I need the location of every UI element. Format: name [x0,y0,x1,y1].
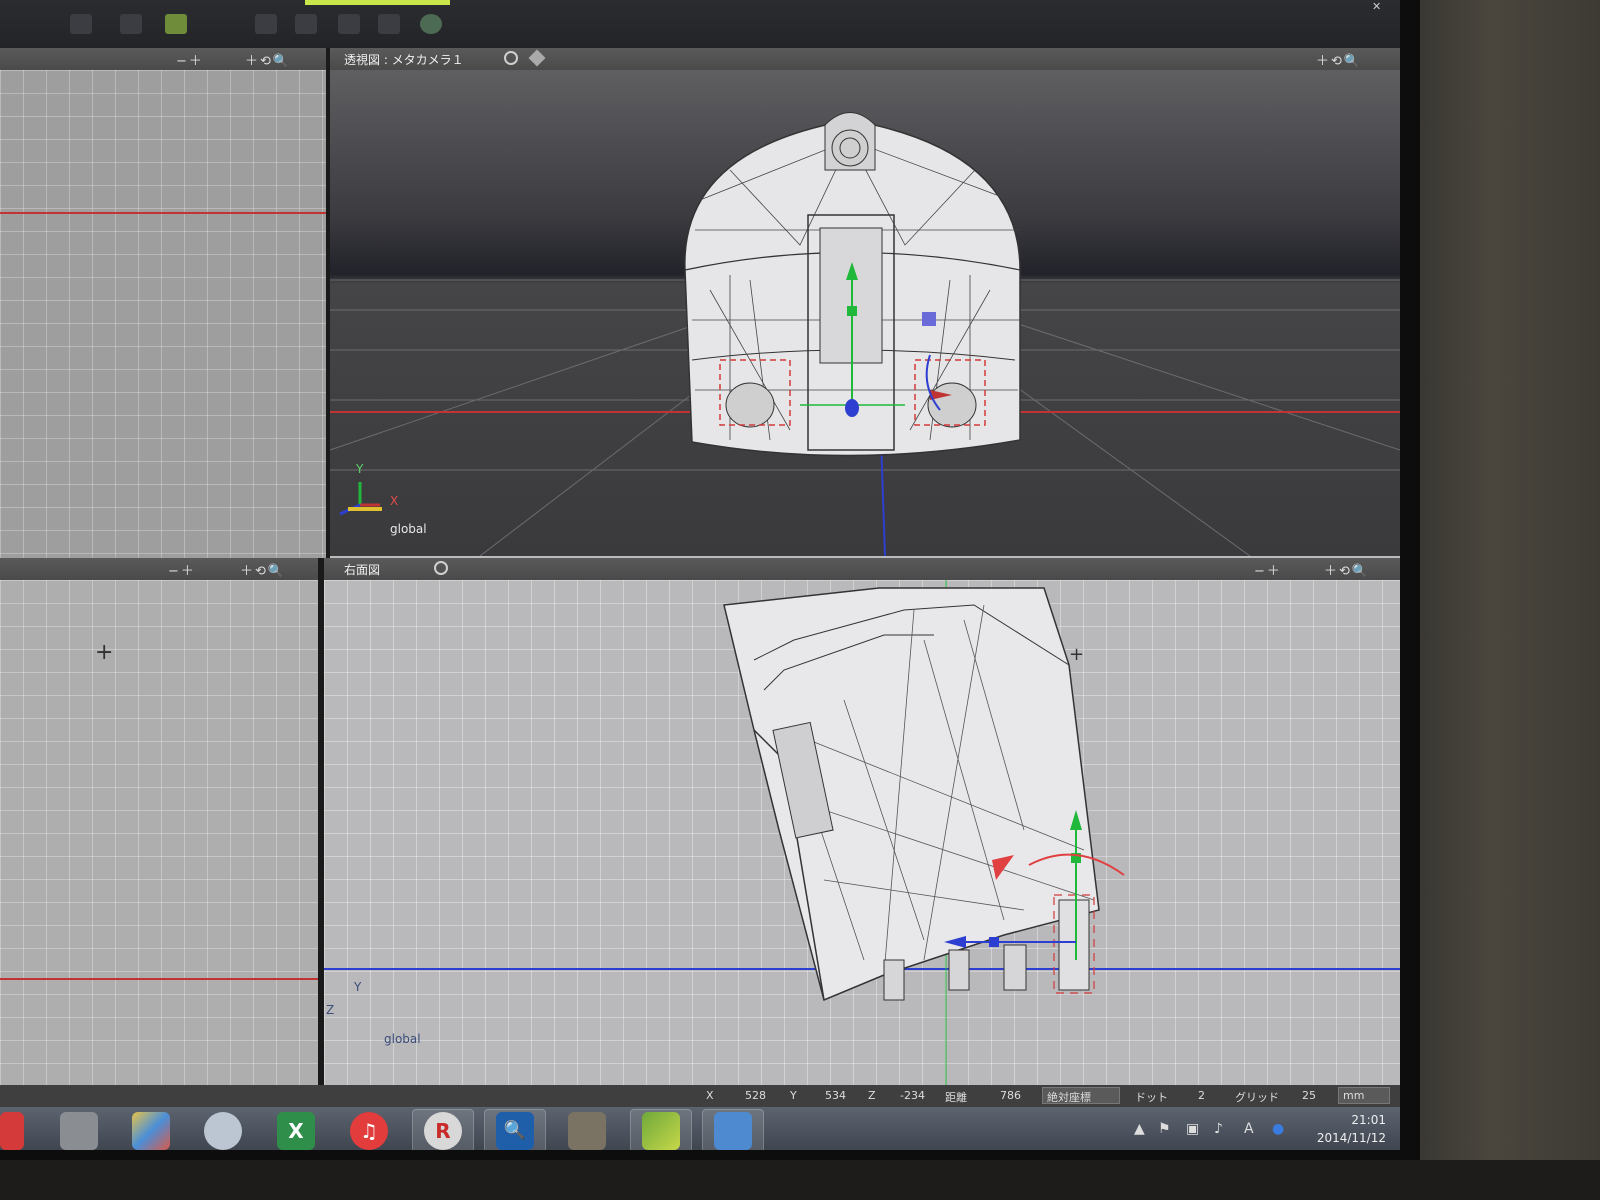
pen-app-icon[interactable] [642,1112,680,1150]
left-bottom-viewport[interactable]: + [0,580,320,1085]
viewport-title[interactable]: 透視図 : メタカメラ１ [344,51,464,68]
desk [0,1160,1600,1200]
rakuten-icon[interactable]: R [424,1112,462,1150]
target-icon[interactable] [434,561,448,575]
active-tab-indicator [305,0,450,5]
viewport-divider[interactable] [326,48,330,560]
perspective-viewport-toolbar: 透視図 : メタカメラ１ ＋⟲🔍 [326,48,1400,71]
grid-label: グリッド [1235,1091,1279,1104]
gimp-icon[interactable] [568,1112,606,1150]
tray-expand-icon[interactable]: ▲ [1134,1121,1145,1137]
system-tool-icon[interactable] [60,1112,98,1150]
x-axis-line [0,978,320,980]
volume-icon[interactable]: ♪ [1214,1121,1223,1137]
screen: ✕ −＋ ＋⟲🔍 透視図 : メタカメラ１ ＋⟲🔍 Y X global −＋ … [0,0,1400,1150]
coord-mode-label[interactable]: global [384,1032,421,1046]
browser-icon[interactable] [204,1112,242,1150]
coord-mode-label[interactable]: global [390,522,427,536]
left-bottom-viewport-toolbar: −＋ ＋⟲🔍 [0,558,320,581]
perspective-viewport[interactable]: Y X global [330,70,1400,556]
cube-icon[interactable] [528,49,546,67]
clock-date: 2014/11/12 [1316,1131,1386,1145]
axis-triad [339,482,382,516]
close-icon[interactable]: ✕ [1372,0,1381,13]
network-icon[interactable]: ▣ [1186,1121,1199,1137]
left-top-viewport-toolbar: −＋ ＋⟲🔍 [0,48,326,71]
zoom-controls[interactable]: −＋ [1254,560,1282,579]
dot-value: 2 [1198,1089,1205,1102]
y-value: 534 [825,1089,846,1102]
x-label: X [706,1089,714,1102]
z-label: Z [868,1089,876,1102]
zoom-controls[interactable]: −＋ [168,560,196,579]
clock-time: 21:01 [1351,1113,1386,1127]
perspective-scene [330,112,1400,556]
x-axis-line [0,212,326,214]
tool-icon[interactable] [120,14,142,34]
axis-z-label: Z [326,1003,335,1017]
distance-label: 距離 [945,1091,967,1104]
distance-value: 786 [1000,1089,1021,1102]
coord-mode-select[interactable]: 絶対座標 [1042,1087,1120,1104]
flag-icon[interactable]: ⚑ [1158,1121,1171,1137]
tool-icon[interactable] [378,14,400,34]
zoom-controls[interactable]: −＋ [176,50,204,69]
tool-icon[interactable] [338,14,360,34]
axis-y-label: Y [356,462,364,476]
excel-icon[interactable]: X [277,1112,315,1150]
viewport-title[interactable]: 右面図 [344,561,380,578]
dot-label: ドット [1135,1091,1168,1104]
clock[interactable]: 21:01 2014/11/12 [1300,1111,1386,1147]
itunes-icon[interactable]: ♫ [350,1112,388,1150]
left-top-viewport[interactable] [0,70,326,560]
axis-x-label: X [390,494,399,508]
train-side-model[interactable] [723,587,1100,1002]
taskbar: X ♫ R 🔍 ▲ ⚑ ▣ ♪ A ● 21:01 2014/11/12 [0,1107,1400,1150]
paint-icon[interactable] [132,1112,170,1150]
tool-icon[interactable] [295,14,317,34]
crosshair-icon: + [95,640,114,665]
right-view-scene: + [723,580,1125,1085]
nav-controls[interactable]: ＋⟲🔍 [245,50,291,69]
grid-tool-icon[interactable] [165,14,187,34]
status-bar: X 528 Y 534 Z -234 距離 786 絶対座標 ドット 2 グリッ… [0,1085,1400,1107]
axis-y-label: Y [354,980,362,994]
monitor-bezel: ✕ −＋ ＋⟲🔍 透視図 : メタカメラ１ ＋⟲🔍 Y X global −＋ … [0,0,1420,1160]
calculator-icon[interactable] [714,1112,752,1150]
sphere-tool-icon[interactable] [420,14,442,34]
main-toolbar: ✕ [0,0,1400,48]
y-label: Y [790,1089,797,1102]
close-app-icon[interactable] [0,1112,24,1150]
background-wall [1420,0,1600,1200]
z-value: -234 [900,1089,925,1102]
target-icon[interactable] [504,51,518,65]
crosshair-icon: + [1069,644,1084,665]
tool-icon[interactable] [70,14,92,34]
unit-select[interactable]: mm [1338,1087,1390,1104]
x-value: 528 [745,1089,766,1102]
right-view-viewport[interactable]: + Y Z global [324,580,1400,1085]
right-viewport-toolbar: 右面図 −＋ ＋⟲🔍 [324,558,1400,581]
amazon-search-icon[interactable]: 🔍 [496,1112,534,1150]
grid-value: 25 [1302,1089,1316,1102]
nav-controls[interactable]: ＋⟲🔍 [1324,560,1370,579]
nav-controls[interactable]: ＋⟲🔍 [240,560,286,579]
tool-icon[interactable] [255,14,277,34]
globe-icon[interactable]: ● [1272,1121,1284,1137]
nav-controls[interactable]: ＋⟲🔍 [1316,50,1362,69]
ime-icon[interactable]: A [1244,1121,1254,1137]
